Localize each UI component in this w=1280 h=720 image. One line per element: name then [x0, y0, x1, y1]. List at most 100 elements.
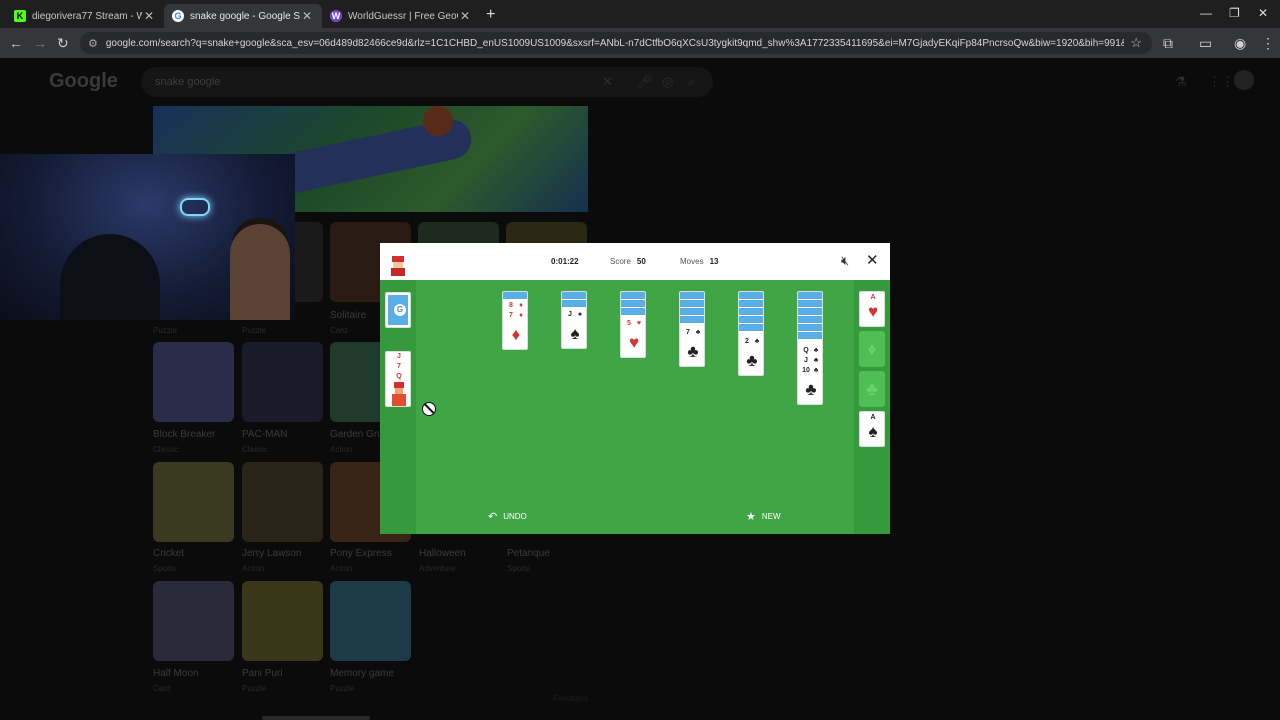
game-card-pac-man[interactable] [242, 342, 323, 422]
card-back [621, 308, 645, 316]
apps-grid-icon[interactable]: ⋮⋮ [1208, 74, 1234, 90]
bookmark-star-icon[interactable]: ☆ [1130, 35, 1142, 51]
restore-icon[interactable]: ❐ [1229, 6, 1240, 20]
card-back [798, 324, 822, 332]
close-tab-icon[interactable]: ✕ [142, 9, 156, 23]
horizontal-scrollbar[interactable] [262, 716, 370, 720]
clear-icon[interactable]: ✕ [602, 74, 613, 90]
foundation-diamonds-slot[interactable]: ♦ [859, 331, 885, 367]
close-tab-icon[interactable]: ✕ [458, 9, 472, 23]
account-avatar[interactable] [1234, 70, 1254, 90]
labs-icon[interactable]: ⚗ [1175, 74, 1187, 90]
card-back [503, 292, 527, 300]
game-name: Cricket [153, 548, 185, 559]
card-back [739, 292, 763, 300]
tab-strip: K diegorivera77 Stream - Watch L ✕ G sna… [0, 0, 1280, 28]
card-back [680, 300, 704, 308]
new-game-button[interactable]: ★ NEW [746, 510, 781, 523]
card-suit-icon: ♠ [578, 311, 582, 318]
extensions-icon[interactable]: ⧉ [1163, 35, 1173, 52]
foundation-clubs-slot[interactable]: ♣ [859, 371, 885, 407]
waste-pile[interactable]: J 7 Q [385, 351, 411, 407]
mute-icon[interactable]: 🔇︎ [841, 253, 849, 269]
back-icon[interactable]: ← [9, 35, 23, 51]
waste-card-rank: Q [396, 373, 402, 380]
card-back [739, 316, 763, 324]
game-category: Card [330, 326, 348, 335]
close-tab-icon[interactable]: ✕ [300, 9, 314, 23]
card-suit-icon: ♥ [636, 320, 642, 327]
card-back [798, 308, 822, 316]
tableau-column[interactable]: 2 ♣ ♣ [738, 291, 764, 376]
game-category: Adventure [419, 564, 456, 573]
mic-icon[interactable]: 🎤︎ [636, 74, 653, 90]
search-icon[interactable]: ⌕ [688, 74, 695, 90]
moves-label: Moves [680, 257, 704, 266]
tableau-column[interactable]: 7 ♣ ♣ [679, 291, 705, 367]
lens-icon[interactable]: ◎ [662, 74, 673, 90]
card-back [562, 300, 586, 308]
tab-worldguessr[interactable]: W WorldGuessr | Free GeoGuessr A ✕ [322, 4, 480, 28]
side-panel-icon[interactable]: ▭ [1199, 35, 1212, 52]
tableau-column[interactable]: J ♠ ♠ [561, 291, 587, 349]
game-card-block-breaker[interactable] [153, 342, 234, 422]
stock-pile[interactable]: G [385, 292, 411, 328]
site-info-icon[interactable]: ⚙ [88, 37, 98, 50]
toolbar: ← → ↻ ⚙ google.com/search?q=snake+google… [0, 28, 1280, 58]
new-tab-icon[interactable]: + [486, 6, 495, 24]
game-category: Classic [242, 445, 268, 454]
profile-icon[interactable]: ◉ [1234, 35, 1246, 52]
new-label: NEW [761, 512, 781, 521]
address-bar[interactable]: ⚙ google.com/search?q=snake+google&sca_e… [80, 32, 1152, 54]
game-card-half-moon[interactable] [153, 581, 234, 661]
undo-label: UNDO [503, 512, 527, 521]
foundation-spades[interactable]: A ♠ [859, 411, 885, 447]
game-name: PAC-MAN [242, 429, 288, 440]
game-category: Classic [153, 445, 179, 454]
tableau-column[interactable]: 5 ♥ ♥ [620, 291, 646, 358]
game-name: Halloween [419, 548, 466, 559]
feedback-link[interactable]: Feedback [553, 694, 588, 703]
tab-title: diegorivera77 Stream - Watch L [32, 10, 142, 22]
solitaire-header: 0:01:22 Score 50 Moves 13 🔇︎ ✕ [380, 243, 890, 280]
menu-icon[interactable]: ⋮ [1261, 35, 1275, 52]
card-suit-icon: ♦ [519, 312, 523, 319]
game-card-pani-puri[interactable] [242, 581, 323, 661]
minimize-icon[interactable]: — [1200, 6, 1212, 20]
foundation-hearts[interactable]: A ♥ [859, 291, 885, 327]
card-back [739, 300, 763, 308]
card-back [798, 332, 822, 340]
card-big-suit-icon: ♥ [628, 333, 640, 352]
close-window-icon[interactable]: ✕ [1258, 6, 1268, 20]
game-category: Sports [507, 564, 531, 573]
card-back [739, 308, 763, 316]
undo-button[interactable]: ↶ UNDO [488, 510, 527, 523]
game-card-cricket[interactable] [153, 462, 234, 542]
tableau-column[interactable]: Q ♣ J ♣ 10 ♣ ♣ [797, 291, 823, 405]
score-label: Score [610, 257, 631, 266]
moves-value: 13 [709, 257, 719, 266]
webcam-overlay [0, 154, 295, 320]
tab-kick-stream[interactable]: K diegorivera77 Stream - Watch L ✕ [6, 4, 164, 28]
card-suit-icon: ♣ [754, 338, 760, 345]
game-card-jerry-lawson[interactable] [242, 462, 323, 542]
card-big-suit-icon: ♣ [687, 342, 699, 361]
card-back: G [386, 293, 410, 327]
tableau-column[interactable]: 8 ♦ 7 ♦ ♦ [502, 291, 528, 350]
game-name: Memory game [330, 668, 394, 679]
game-category: Card [153, 684, 171, 693]
gamepad-neon-icon [180, 198, 210, 216]
card-back [798, 300, 822, 308]
close-game-icon[interactable]: ✕ [866, 251, 879, 269]
card-suit-icon: ♦ [519, 302, 523, 309]
game-category: Puzzle [242, 326, 267, 335]
search-input[interactable]: snake google [141, 67, 713, 97]
google-logo[interactable]: Google [49, 70, 118, 93]
reload-icon[interactable]: ↻ [57, 35, 69, 52]
worldguessr-favicon-icon: W [330, 10, 342, 22]
game-category: Sports [153, 564, 177, 573]
tab-google-search[interactable]: G snake google - Google Search ✕ [164, 4, 322, 28]
forward-icon[interactable]: → [33, 35, 47, 51]
game-card-memory-game[interactable] [330, 581, 411, 661]
queen-face-icon [392, 382, 406, 406]
